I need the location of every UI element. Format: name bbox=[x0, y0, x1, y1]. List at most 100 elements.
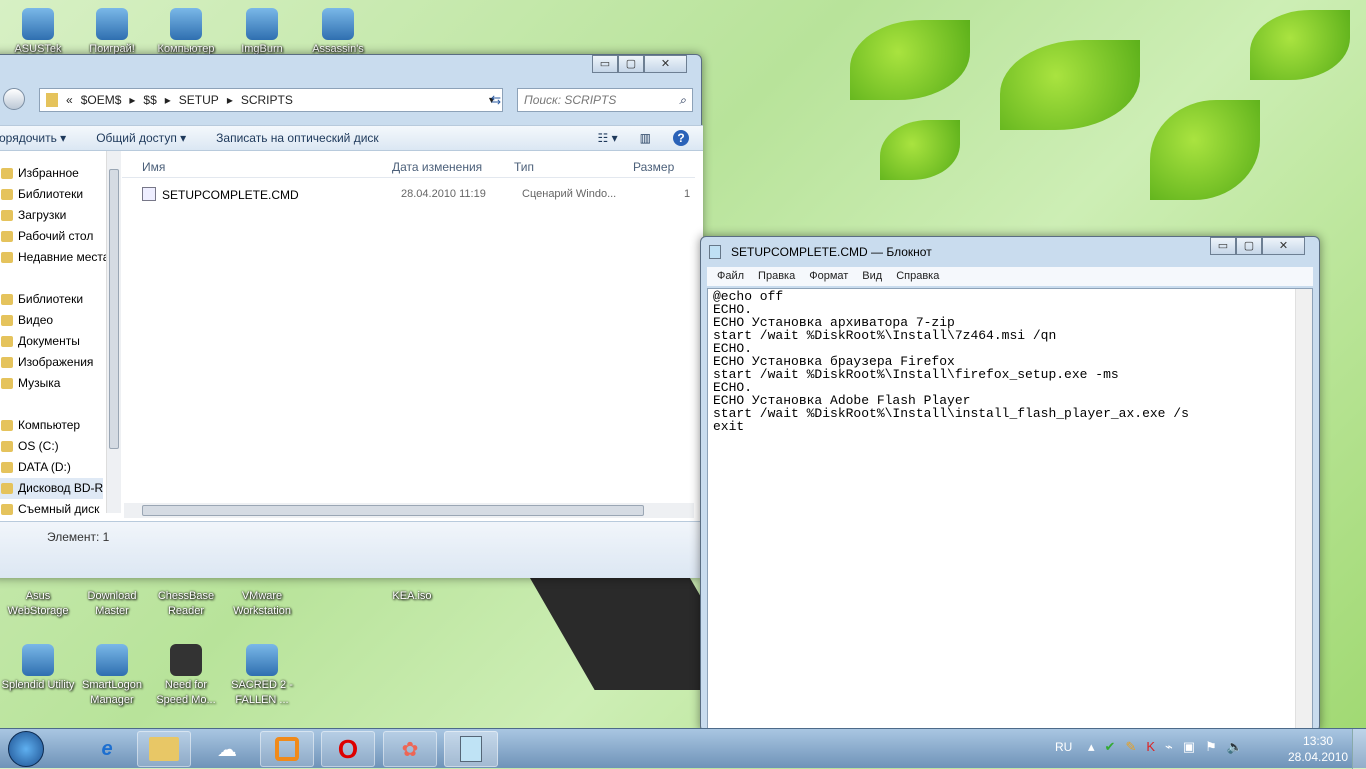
desktop-icon[interactable]: Asus WebStorage bbox=[0, 589, 76, 619]
icon-label: SmartLogon Manager bbox=[82, 679, 142, 706]
share-button[interactable]: Общий доступ ▾ bbox=[96, 131, 186, 145]
menu-view[interactable]: Вид bbox=[862, 270, 882, 283]
refresh-button[interactable]: ⇆ bbox=[485, 89, 507, 111]
start-button[interactable] bbox=[8, 731, 44, 767]
minimize-button[interactable]: ▭ bbox=[1210, 237, 1236, 255]
vertical-scrollbar[interactable] bbox=[1295, 289, 1312, 731]
nav-libraries-group[interactable]: Библиотеки bbox=[0, 289, 83, 310]
menu-format[interactable]: Формат bbox=[809, 270, 848, 283]
breadcrumb-item[interactable]: $$ bbox=[143, 93, 156, 107]
nav-pictures[interactable]: Изображения bbox=[0, 352, 93, 373]
opera-taskbar-button[interactable]: O bbox=[321, 731, 375, 767]
help-icon[interactable]: ? bbox=[673, 130, 689, 146]
breadcrumb-item[interactable]: SCRIPTS bbox=[241, 93, 293, 107]
nav-scrollbar[interactable] bbox=[106, 151, 121, 513]
power-icon[interactable]: ⌁ bbox=[1165, 739, 1173, 755]
address-bar[interactable]: « $OEM$ ▸ $$ ▸ SETUP ▸ SCRIPTS ▼ bbox=[39, 88, 503, 112]
horizontal-scrollbar[interactable] bbox=[124, 503, 694, 518]
xnview-taskbar-button[interactable]: ✿ bbox=[383, 731, 437, 767]
language-indicator[interactable]: RU bbox=[1055, 740, 1072, 754]
internet-explorer-icon[interactable]: e bbox=[80, 731, 134, 767]
icon-label: VMware Workstation bbox=[233, 590, 291, 617]
breadcrumb-overflow[interactable]: « bbox=[66, 93, 73, 107]
search-input[interactable]: Поиск: SCRIPTS ⌕ bbox=[517, 88, 693, 112]
vmware-taskbar-button[interactable] bbox=[260, 731, 314, 767]
nav-libraries[interactable]: Библиотеки bbox=[0, 184, 83, 205]
notepad-taskbar-button[interactable] bbox=[444, 731, 498, 767]
maximize-button[interactable]: ▢ bbox=[1236, 237, 1262, 255]
wallpaper-leaf bbox=[1150, 100, 1260, 200]
maximize-button[interactable]: ▢ bbox=[618, 55, 644, 73]
desktop-icon[interactable]: VMware Workstation bbox=[224, 589, 300, 619]
app-taskbar-icon[interactable]: ☁ bbox=[200, 731, 254, 767]
preview-pane-icon[interactable]: ▥ bbox=[640, 131, 651, 145]
icon-label: Download Master bbox=[87, 590, 137, 617]
desktop-icon[interactable]: Поиграй! bbox=[74, 8, 150, 57]
antivirus-icon[interactable]: K bbox=[1146, 739, 1155, 755]
pencil-icon[interactable]: ✎ bbox=[1125, 739, 1136, 755]
usb-safe-remove-icon[interactable]: ✔ bbox=[1105, 739, 1116, 755]
close-button[interactable]: ✕ bbox=[1262, 237, 1305, 255]
nav-recent[interactable]: Недавние места bbox=[0, 247, 106, 268]
explorer-taskbar-button[interactable] bbox=[137, 731, 191, 767]
menu-edit[interactable]: Правка bbox=[758, 270, 795, 283]
nav-drive-d[interactable]: DATA (D:) bbox=[0, 457, 71, 478]
close-button[interactable]: ✕ bbox=[644, 55, 687, 73]
file-row[interactable]: SETUPCOMPLETE.CMD 28.04.2010 11:19 Сцена… bbox=[122, 185, 695, 205]
nav-downloads[interactable]: Загрузки bbox=[0, 205, 66, 226]
back-button[interactable] bbox=[3, 88, 25, 110]
show-desktop-button[interactable] bbox=[1352, 729, 1366, 769]
desktop-icon[interactable]: SmartLogon Manager bbox=[74, 644, 150, 708]
folder-icon bbox=[149, 737, 179, 761]
desktop-icon[interactable]: Splendid Utility bbox=[0, 644, 76, 693]
wallpaper-leaf bbox=[1000, 40, 1140, 130]
show-hidden-icons[interactable]: ▴ bbox=[1088, 739, 1095, 755]
nav-computer[interactable]: Компьютер bbox=[0, 415, 80, 436]
menu-file[interactable]: Файл bbox=[717, 270, 744, 283]
nav-desktop[interactable]: Рабочий стол bbox=[0, 226, 93, 247]
script-file-icon bbox=[142, 187, 156, 201]
vmware-icon bbox=[275, 737, 299, 761]
breadcrumb-item[interactable]: $OEM$ bbox=[81, 93, 122, 107]
action-center-flag-icon[interactable]: ⚑ bbox=[1205, 739, 1217, 755]
nav-documents[interactable]: Документы bbox=[0, 331, 80, 352]
explorer-window: ▭ ▢ ✕ « $OEM$ ▸ $$ ▸ SETUP ▸ SCRIPTS ▼ ⇆ Поис… bbox=[0, 54, 703, 578]
nav-video[interactable]: Видео bbox=[0, 310, 53, 331]
icon-label: KEA.iso bbox=[392, 590, 432, 602]
desktop-icon[interactable]: Assassin's bbox=[300, 8, 376, 57]
notepad-icon bbox=[460, 736, 482, 762]
nav-music[interactable]: Музыка bbox=[0, 373, 60, 394]
breadcrumb-item[interactable]: SETUP bbox=[179, 93, 219, 107]
desktop-icon[interactable]: SACRED 2 - FALLEN ... bbox=[224, 644, 300, 708]
command-bar: орядочить ▾ Общий доступ ▾ Записать на о… bbox=[0, 125, 703, 151]
desktop-icon[interactable]: KEA.iso bbox=[374, 589, 450, 604]
column-size[interactable]: Размер bbox=[633, 160, 674, 174]
menu-bar: Файл Правка Формат Вид Справка bbox=[707, 267, 1313, 286]
nav-bd-drive[interactable]: Дисковод BD-R bbox=[0, 478, 104, 499]
minimize-button[interactable]: ▭ bbox=[592, 55, 618, 73]
editor-content[interactable]: @echo off ECHO. ECHO Установка архиватор… bbox=[708, 289, 1312, 434]
column-date[interactable]: Дата изменения bbox=[392, 160, 482, 174]
desktop-icon[interactable]: Need for Speed Mo... bbox=[148, 644, 224, 708]
desktop-icon[interactable]: Download Master bbox=[74, 589, 150, 619]
view-options-icon[interactable]: ☷ ▾ bbox=[598, 131, 618, 145]
volume-icon[interactable]: 🔈 bbox=[1227, 739, 1243, 755]
column-type[interactable]: Тип bbox=[514, 160, 534, 174]
network-icon[interactable]: ▣ bbox=[1183, 739, 1195, 755]
nav-removable[interactable]: Съемный диск bbox=[0, 499, 99, 520]
menu-help[interactable]: Справка bbox=[896, 270, 939, 283]
column-name[interactable]: Имя bbox=[142, 160, 165, 174]
notepad-window: SETUPCOMPLETE.CMD — Блокнот ▭ ▢ ✕ Файл Пра… bbox=[700, 236, 1320, 732]
nav-favorites[interactable]: Избранное bbox=[0, 163, 79, 184]
desktop-icon[interactable]: ChessBase Reader bbox=[148, 589, 224, 619]
nav-drive-c[interactable]: OS (C:) bbox=[0, 436, 59, 457]
clock[interactable]: 13:30 28.04.2010 bbox=[1288, 733, 1348, 765]
text-editor[interactable]: @echo off ECHO. ECHO Установка архиватор… bbox=[707, 288, 1313, 732]
desktop-icon[interactable]: ASUSTek bbox=[0, 8, 76, 57]
file-type: Сценарий Windo... bbox=[522, 188, 617, 200]
burn-button[interactable]: Записать на оптический диск bbox=[216, 131, 379, 145]
organize-button[interactable]: орядочить ▾ bbox=[0, 131, 66, 145]
xnview-icon: ✿ bbox=[401, 738, 419, 761]
desktop-icon[interactable]: ImgBurn bbox=[224, 8, 300, 57]
desktop-icon[interactable]: Компьютер bbox=[148, 8, 224, 57]
